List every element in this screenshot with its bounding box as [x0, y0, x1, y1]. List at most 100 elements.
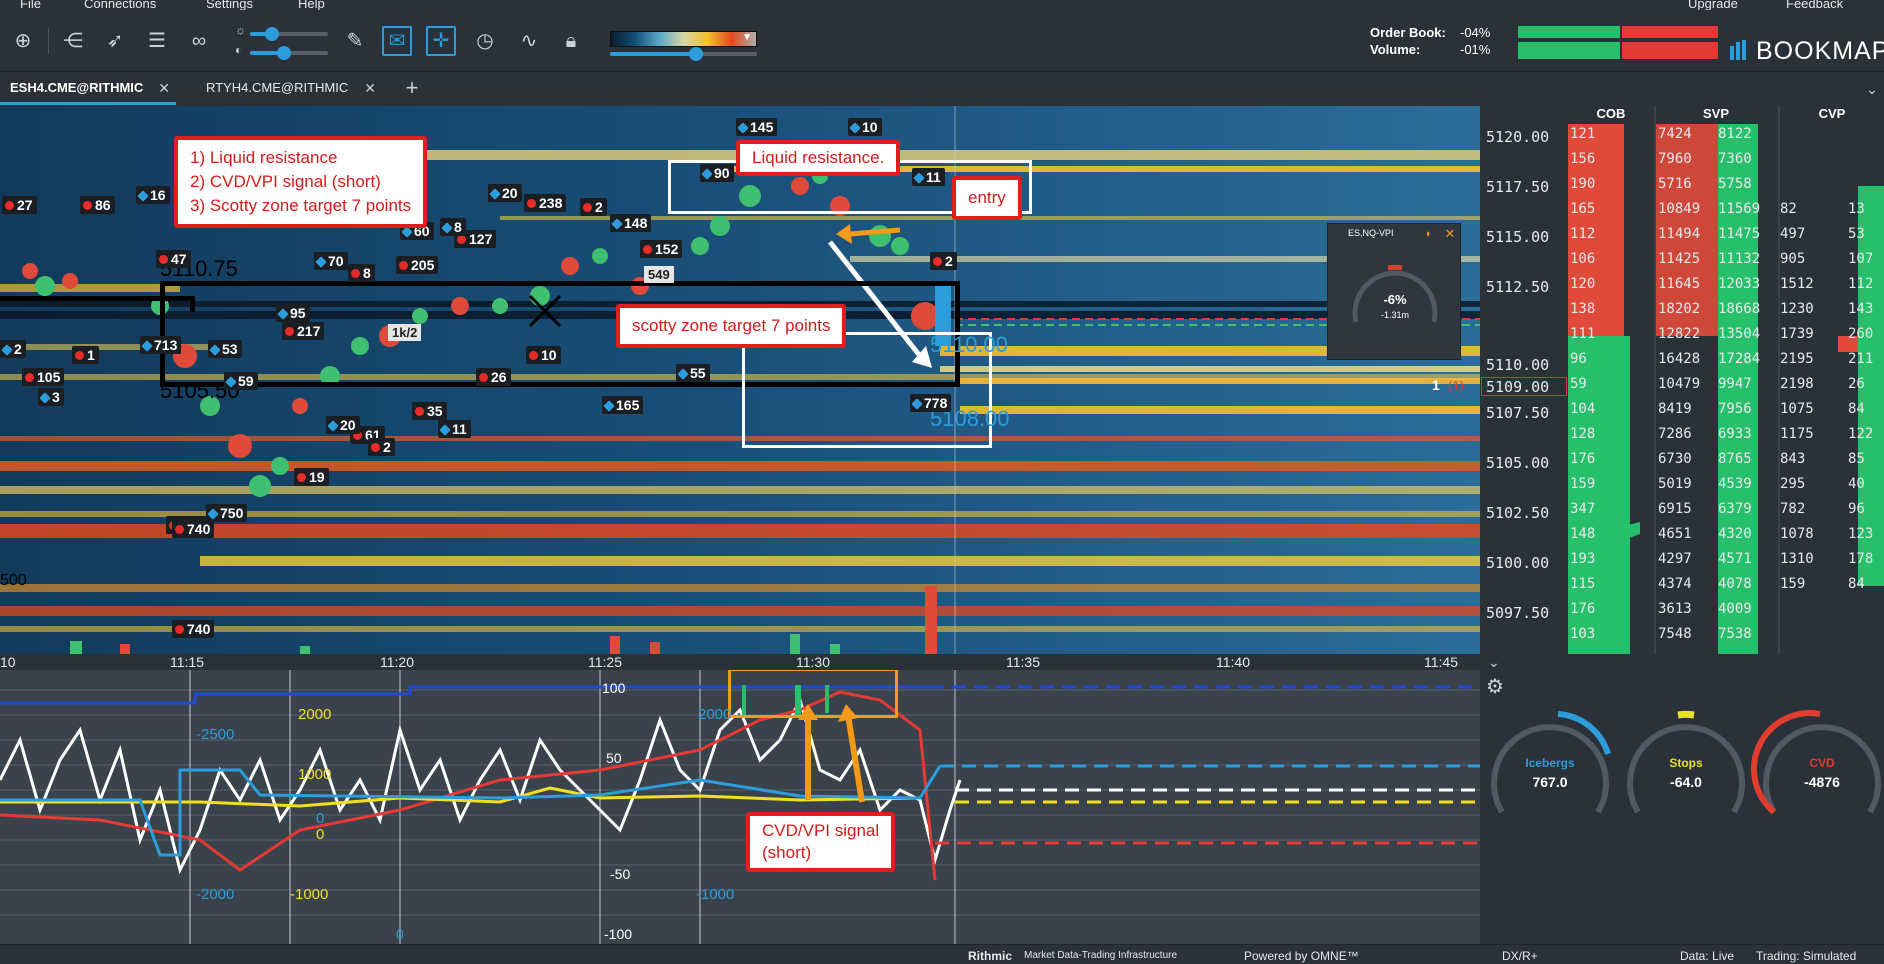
indicator-pane[interactable]: CVD/VPI signal (short) 100 50 -50 -100 2…: [0, 670, 1480, 944]
heatmap-chart[interactable]: 5110.75 5105.50 500 5110.00 5108.00 27 8…: [0, 106, 1480, 654]
order-marker: 11: [438, 420, 471, 438]
vpi-widget[interactable]: ES,NQ-VPI ◖ ✕ -6% -1.31m: [1327, 223, 1461, 360]
crosshair-add-icon[interactable]: ⊕: [8, 26, 38, 56]
svp-buy-value: 5019: [1658, 476, 1692, 492]
order-marker: 20: [326, 416, 360, 434]
order-marker: 55: [676, 364, 710, 382]
price-label: 5100.00: [1486, 554, 1550, 572]
status-bar: Rithmic Market Data-Trading Infrastructu…: [0, 944, 1884, 964]
cvp-header: CVP: [1818, 106, 1846, 121]
svp-sell-value: 4571: [1718, 551, 1752, 567]
link-icon[interactable]: ∞: [184, 26, 214, 56]
order-marker: 2: [368, 438, 395, 456]
svp-sell-value: 8765: [1718, 451, 1752, 467]
svp-sell-value: 7956: [1718, 401, 1752, 417]
order-marker: 16: [136, 186, 170, 204]
close-icon[interactable]: ✕: [158, 73, 170, 103]
svp-sell-value: 4320: [1718, 526, 1752, 542]
cvp-buy-value: 497: [1780, 226, 1806, 242]
rocket-icon[interactable]: ➶: [100, 26, 130, 56]
tab-esh4[interactable]: ESH4.CME@RITHMIC ✕: [0, 73, 176, 105]
order-marker: 10: [526, 346, 561, 364]
order-marker: 2: [0, 340, 26, 358]
gauge-arcs: [1491, 710, 1881, 815]
pencil-icon[interactable]: ✎: [340, 26, 370, 56]
cob-value: 121: [1570, 126, 1596, 142]
indicator-gauges-panel: ⌄ ⚙ Icebergs 767.0 Stops -64.0 CVD -4876: [1480, 654, 1884, 944]
brightness-slider-knob[interactable]: [265, 27, 279, 41]
order-marker: 59: [224, 372, 258, 390]
svp-buy-value: 18202: [1658, 301, 1701, 317]
close-icon[interactable]: ✕: [364, 73, 376, 103]
cvp-sell-value: 84: [1848, 576, 1865, 592]
cob-value: 104: [1570, 401, 1596, 417]
order-marker: 217: [282, 322, 325, 340]
volume-value: -01%: [1460, 42, 1491, 57]
order-marker: 95: [276, 304, 310, 322]
current-price-marker: [1481, 377, 1567, 396]
svp-buy-value: 6915: [1658, 501, 1692, 517]
heatmap-color-select[interactable]: ▼: [610, 31, 757, 47]
time-label: 11:45: [1424, 654, 1458, 670]
order-marker: 2: [930, 252, 957, 270]
stops-gauge-label: Stops: [1669, 756, 1703, 770]
cob-header: COB: [1596, 106, 1626, 121]
order-marker: 205: [396, 256, 439, 274]
cob-value: 176: [1570, 451, 1596, 467]
layers-icon[interactable]: ☰: [142, 26, 172, 56]
svp-buy-value: 11645: [1658, 276, 1701, 292]
svp-buy-value: 12822: [1658, 326, 1701, 342]
timer-icon[interactable]: ◷: [470, 26, 500, 56]
orderbook-label: Order Book:: [1370, 25, 1446, 40]
bookmap-logo: BOOKMAP: [1756, 37, 1884, 65]
order-marker: 152: [640, 240, 683, 258]
svp-buy-value: 4374: [1658, 576, 1692, 592]
cob-value: 193: [1570, 551, 1596, 567]
chat-icon[interactable]: ✉: [382, 26, 412, 56]
cob-value: 176: [1570, 601, 1596, 617]
orderbook-bar-buy-2: [1518, 54, 1620, 59]
svp-buy-value: 8419: [1658, 401, 1692, 417]
svp-buy-value: 10479: [1658, 376, 1701, 392]
cvp-buy-value: 82: [1780, 201, 1797, 217]
svp-buy-value: 6730: [1658, 451, 1692, 467]
callout-cvd-signal: CVD/VPI signal (short): [746, 812, 896, 872]
svp-buy-value: 11425: [1658, 251, 1701, 267]
menu-bar: File Connections Settings Help Upgrade F…: [0, 0, 1884, 11]
cob-value: 106: [1570, 251, 1596, 267]
svp-sell-value: 9947: [1718, 376, 1752, 392]
cob-value: 190: [1570, 176, 1596, 192]
time-axis: 10 11:15 11:20 11:25 11:30 11:35 11:40 1…: [0, 654, 1480, 670]
contrast-slider-knob[interactable]: [277, 46, 291, 60]
callout-liquid-resistance: Liquid resistance.: [736, 140, 901, 176]
heatmap-range-fill: [610, 52, 696, 56]
svp-buy-value: 3613: [1658, 601, 1692, 617]
svp-buy-value: 7548: [1658, 626, 1692, 642]
chevron-down-icon[interactable]: ⌄: [1488, 654, 1500, 671]
svp-sell-value: 7360: [1718, 151, 1752, 167]
vpi-value: -6%: [1383, 292, 1407, 307]
cvp-buy-value: 905: [1780, 251, 1806, 267]
bookmap-logo-icon: [1730, 40, 1752, 60]
time-label: 11:25: [588, 654, 622, 670]
tab-rtyh4[interactable]: RTYH4.CME@RITHMIC ✕: [196, 73, 382, 105]
svp-sell-value: 11569: [1718, 201, 1761, 217]
lock-icon[interactable]: 🔒︎: [556, 26, 586, 56]
cvp-buy-value: 1739: [1780, 326, 1814, 342]
cvp-sell-value: 53: [1848, 226, 1865, 242]
order-marker: 238: [524, 194, 567, 212]
volume-tag: 549: [644, 266, 674, 283]
cvp-buy-value: 843: [1780, 451, 1806, 467]
heatmap-range-knob[interactable]: [689, 47, 703, 61]
chevron-down-icon[interactable]: ⌄: [1860, 73, 1884, 105]
chart-line-icon[interactable]: ∿: [514, 26, 544, 56]
ind-label: 0: [316, 810, 325, 827]
share-icon[interactable]: ⋲: [58, 26, 88, 56]
cvp-buy-value: 2195: [1780, 351, 1814, 367]
svp-buy-value: 4297: [1658, 551, 1692, 567]
cursor-icon[interactable]: ✛: [426, 26, 456, 56]
level-label-500: 500: [0, 572, 27, 589]
price-label: 5117.50: [1486, 178, 1550, 196]
add-tab-button[interactable]: +: [400, 73, 424, 105]
cob-value: 138: [1570, 301, 1596, 317]
